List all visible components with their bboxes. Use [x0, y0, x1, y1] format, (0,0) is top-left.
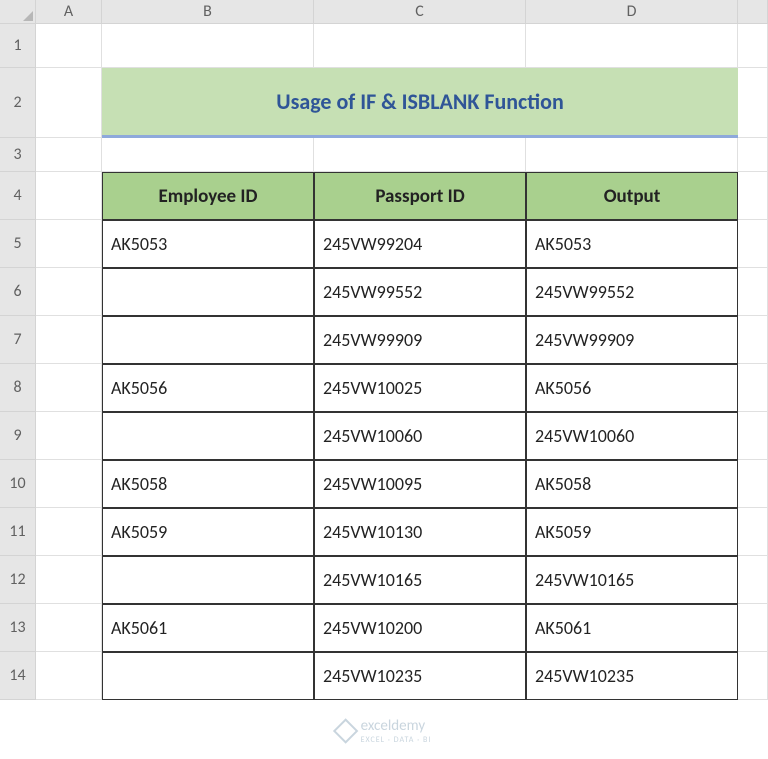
row-header-1[interactable]: 1	[0, 24, 36, 68]
cell-A3[interactable]	[36, 138, 102, 172]
cell-A9[interactable]	[36, 412, 102, 460]
cell-A6[interactable]	[36, 268, 102, 316]
cell-E2[interactable]	[738, 68, 768, 138]
cell-C7[interactable]: 245VW99909	[314, 316, 526, 364]
cell-C11[interactable]: 245VW10130	[314, 508, 526, 556]
row-header-12[interactable]: 12	[0, 556, 36, 604]
cell-C10[interactable]: 245VW10095	[314, 460, 526, 508]
cell-B14[interactable]	[102, 652, 314, 700]
row-header-13[interactable]: 13	[0, 604, 36, 652]
col-header-A[interactable]: A	[36, 0, 102, 24]
cell-B9[interactable]	[102, 412, 314, 460]
cell-E4[interactable]	[738, 172, 768, 220]
cell-E11[interactable]	[738, 508, 768, 556]
cell-C12[interactable]: 245VW10165	[314, 556, 526, 604]
cell-C9[interactable]: 245VW10060	[314, 412, 526, 460]
select-all-corner[interactable]	[0, 0, 36, 24]
row-header-4[interactable]: 4	[0, 172, 36, 220]
cell-E3[interactable]	[738, 138, 768, 172]
cell-B12[interactable]	[102, 556, 314, 604]
cell-E14[interactable]	[738, 652, 768, 700]
row-header-7[interactable]: 7	[0, 316, 36, 364]
cell-B5[interactable]: AK5053	[102, 220, 314, 268]
cell-A11[interactable]	[36, 508, 102, 556]
watermark-brand: exceldemy	[361, 717, 425, 735]
cell-B7[interactable]	[102, 316, 314, 364]
row-header-2[interactable]: 2	[0, 68, 36, 138]
cell-D8[interactable]: AK5056	[526, 364, 738, 412]
cell-A10[interactable]	[36, 460, 102, 508]
cell-C13[interactable]: 245VW10200	[314, 604, 526, 652]
cell-E10[interactable]	[738, 460, 768, 508]
watermark: exceldemy EXCEL · DATA · BI	[337, 717, 432, 745]
exceldemy-logo-icon	[333, 718, 358, 743]
col-header-B[interactable]: B	[102, 0, 314, 24]
cell-D13[interactable]: AK5061	[526, 604, 738, 652]
cell-A5[interactable]	[36, 220, 102, 268]
cell-C14[interactable]: 245VW10235	[314, 652, 526, 700]
cell-C3[interactable]	[314, 138, 526, 172]
cell-B6[interactable]	[102, 268, 314, 316]
cell-C8[interactable]: 245VW10025	[314, 364, 526, 412]
cell-A2[interactable]	[36, 68, 102, 138]
cell-A14[interactable]	[36, 652, 102, 700]
cell-E1[interactable]	[738, 24, 768, 68]
cell-D3[interactable]	[526, 138, 738, 172]
cell-E12[interactable]	[738, 556, 768, 604]
cell-B13[interactable]: AK5061	[102, 604, 314, 652]
row-header-8[interactable]: 8	[0, 364, 36, 412]
table-header-output[interactable]: Output	[526, 172, 738, 220]
cell-D11[interactable]: AK5059	[526, 508, 738, 556]
cell-A1[interactable]	[36, 24, 102, 68]
title-cell[interactable]: Usage of IF & ISBLANK Function	[102, 68, 738, 138]
row-header-6[interactable]: 6	[0, 268, 36, 316]
cell-D12[interactable]: 245VW10165	[526, 556, 738, 604]
table-header-passport-id[interactable]: Passport ID	[314, 172, 526, 220]
cell-B8[interactable]: AK5056	[102, 364, 314, 412]
cell-E13[interactable]	[738, 604, 768, 652]
cell-B3[interactable]	[102, 138, 314, 172]
cell-C6[interactable]: 245VW99552	[314, 268, 526, 316]
cell-E8[interactable]	[738, 364, 768, 412]
row-header-14[interactable]: 14	[0, 652, 36, 700]
cell-C1[interactable]	[314, 24, 526, 68]
cell-D1[interactable]	[526, 24, 738, 68]
cell-D14[interactable]: 245VW10235	[526, 652, 738, 700]
col-header-D[interactable]: D	[526, 0, 738, 24]
col-header-C[interactable]: C	[314, 0, 526, 24]
cell-A8[interactable]	[36, 364, 102, 412]
cell-D7[interactable]: 245VW99909	[526, 316, 738, 364]
spreadsheet-grid[interactable]: A B C D 1 2 Usage of IF & ISBLANK Functi…	[0, 0, 768, 700]
row-header-3[interactable]: 3	[0, 138, 36, 172]
cell-E7[interactable]	[738, 316, 768, 364]
cell-E9[interactable]	[738, 412, 768, 460]
col-header-edge	[738, 0, 768, 24]
cell-D5[interactable]: AK5053	[526, 220, 738, 268]
row-header-10[interactable]: 10	[0, 460, 36, 508]
cell-C5[interactable]: 245VW99204	[314, 220, 526, 268]
cell-D6[interactable]: 245VW99552	[526, 268, 738, 316]
cell-D9[interactable]: 245VW10060	[526, 412, 738, 460]
cell-E5[interactable]	[738, 220, 768, 268]
cell-A13[interactable]	[36, 604, 102, 652]
table-header-employee-id[interactable]: Employee ID	[102, 172, 314, 220]
row-header-9[interactable]: 9	[0, 412, 36, 460]
row-header-11[interactable]: 11	[0, 508, 36, 556]
cell-B11[interactable]: AK5059	[102, 508, 314, 556]
cell-A7[interactable]	[36, 316, 102, 364]
cell-D10[interactable]: AK5058	[526, 460, 738, 508]
cell-E6[interactable]	[738, 268, 768, 316]
row-header-5[interactable]: 5	[0, 220, 36, 268]
cell-A4[interactable]	[36, 172, 102, 220]
cell-A12[interactable]	[36, 556, 102, 604]
cell-B1[interactable]	[102, 24, 314, 68]
watermark-tag: EXCEL · DATA · BI	[361, 735, 432, 745]
cell-B10[interactable]: AK5058	[102, 460, 314, 508]
